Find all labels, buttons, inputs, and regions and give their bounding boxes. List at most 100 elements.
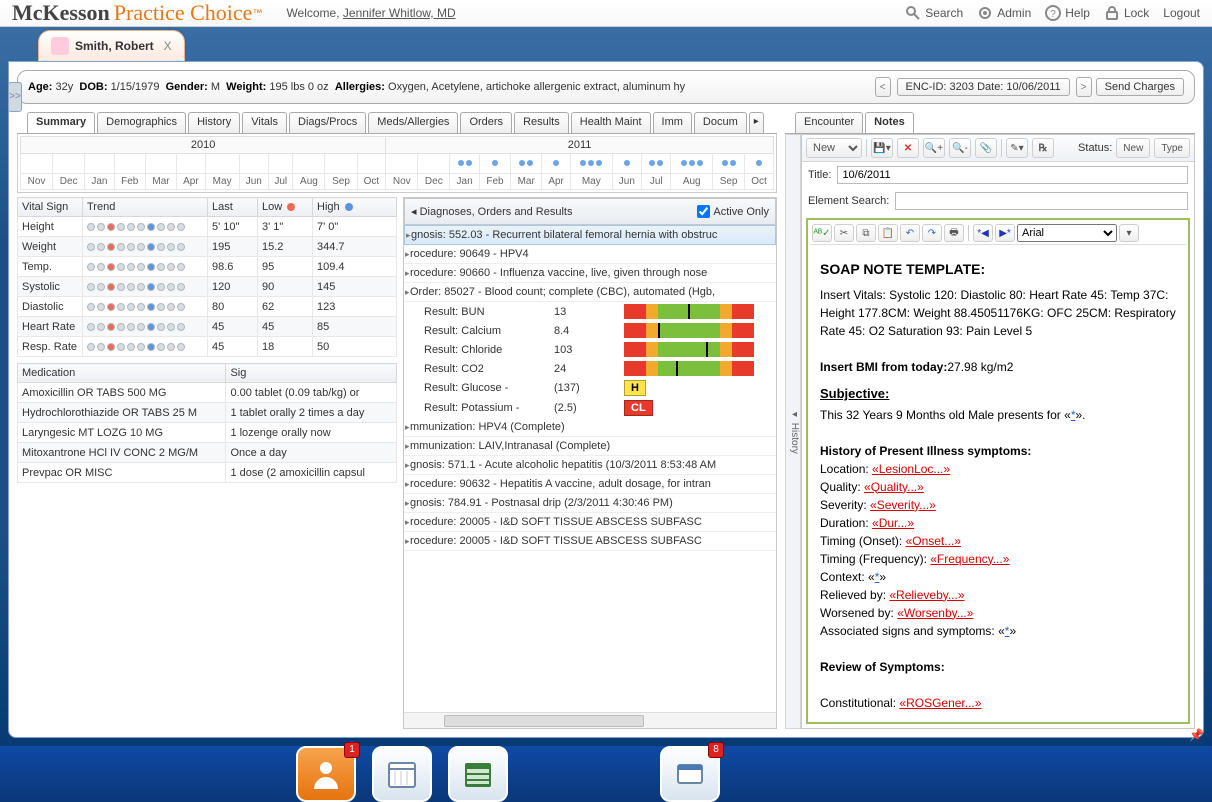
copy-button[interactable]: ⧉ xyxy=(856,224,876,242)
diag-row[interactable]: ▸rocedure: 20005 - I&D SOFT TISSUE ABSCE… xyxy=(404,532,776,551)
diag-row[interactable]: ▸rocedure: 90660 - Influenza vaccine, li… xyxy=(404,264,776,283)
tab-vitals[interactable]: Vitals xyxy=(242,112,287,133)
diag-row[interactable]: ▸rocedure: 90632 - Hepatitis A vaccine, … xyxy=(404,475,776,494)
template-token[interactable]: «Severity...» xyxy=(870,498,936,512)
dock-patient-button[interactable]: 1 xyxy=(296,746,356,802)
undo-button[interactable]: ↶ xyxy=(900,224,920,242)
welcome-user-link[interactable]: Jennifer Whitlow, MD xyxy=(343,6,456,20)
lock-button[interactable]: Lock xyxy=(1104,5,1149,21)
tab-demographics[interactable]: Demographics xyxy=(97,112,186,133)
note-new-select[interactable]: New xyxy=(806,138,862,158)
note-title-input[interactable] xyxy=(837,166,1188,184)
tabs-overflow-button[interactable]: ▸ xyxy=(749,112,764,133)
save-button[interactable]: 💾▾ xyxy=(871,138,893,158)
font-size-button[interactable]: ▾ xyxy=(1119,224,1139,242)
vital-row[interactable]: Systolic12090145 xyxy=(18,277,397,297)
expand-handle[interactable]: >> xyxy=(8,82,22,112)
history-sidebar-toggle[interactable]: ◂ History xyxy=(785,134,801,729)
tab-medsallergies[interactable]: Meds/Allergies xyxy=(368,112,458,133)
diag-row[interactable]: ▸mmunization: HPV4 (Complete) xyxy=(404,418,776,437)
prev-field-button[interactable]: *◀ xyxy=(973,224,993,242)
medication-row[interactable]: Amoxicillin OR TABS 500 MG0.00 tablet (0… xyxy=(18,383,397,403)
dock-schedule-button[interactable] xyxy=(448,746,508,802)
note-editor[interactable]: SOAP NOTE TEMPLATE: Insert Vitals: Systo… xyxy=(810,245,1186,720)
vital-row[interactable]: Height5' 10"3' 1"7' 0" xyxy=(18,217,397,237)
diag-row[interactable]: ▸gnosis: 571.1 - Acute alcoholic hepatit… xyxy=(404,456,776,475)
medication-row[interactable]: Laryngesic MT LOZG 10 MG1 lozenge orally… xyxy=(18,423,397,443)
vital-row[interactable]: Temp.98.695109.4 xyxy=(18,257,397,277)
rx-button[interactable]: ℞ xyxy=(1032,138,1054,158)
template-token[interactable]: «Quality...» xyxy=(864,480,924,494)
diag-row[interactable]: ▸mmunization: LAIV,Intranasal (Complete) xyxy=(404,437,776,456)
search-button[interactable]: Search xyxy=(905,5,963,21)
redo-button[interactable]: ↷ xyxy=(922,224,942,242)
lab-result-row[interactable]: Result: CO224 xyxy=(404,359,776,378)
timeline-year-1: 2010 xyxy=(21,137,386,154)
zoom-in-button[interactable]: 🔍+ xyxy=(923,138,945,158)
paste-button[interactable]: 📋 xyxy=(878,224,898,242)
tab-imm[interactable]: Imm xyxy=(653,112,692,133)
template-token[interactable]: «Relieveby...» xyxy=(889,588,964,602)
template-token[interactable]: «LesionLoc...» xyxy=(872,462,950,476)
logo-practice-choice: Practice Choice xyxy=(114,0,253,26)
diag-hscrollbar[interactable] xyxy=(404,712,776,728)
lab-result-row[interactable]: Result: BUN13 xyxy=(404,302,776,321)
font-select[interactable]: Arial xyxy=(1017,224,1117,242)
diag-row[interactable]: ▸gnosis: 784.91 - Postnasal drip (2/3/20… xyxy=(404,494,776,513)
next-field-button[interactable]: ▶* xyxy=(995,224,1015,242)
help-button[interactable]: ? Help xyxy=(1045,5,1090,21)
attach-button[interactable]: 📎 xyxy=(975,138,997,158)
dock-window-button[interactable]: 8 xyxy=(660,746,720,802)
patient-tab-close[interactable]: X xyxy=(164,39,172,53)
lab-result-row[interactable]: Result: Chloride103 xyxy=(404,340,776,359)
status-display[interactable]: New xyxy=(1116,138,1150,158)
tab-orders[interactable]: Orders xyxy=(460,112,512,133)
tab-encounter[interactable]: Encounter xyxy=(795,112,863,133)
logout-button[interactable]: Logout xyxy=(1163,6,1200,20)
patient-tab[interactable]: Smith, Robert X xyxy=(38,30,185,61)
tab-summary[interactable]: Summary xyxy=(27,112,95,133)
admin-button[interactable]: Admin xyxy=(977,5,1031,21)
vital-row[interactable]: Weight19515.2344.7 xyxy=(18,237,397,257)
diag-list[interactable]: ▸gnosis: 552.03 - Recurrent bilateral fe… xyxy=(404,225,776,712)
diag-row[interactable]: ▸gnosis: 552.03 - Recurrent bilateral fe… xyxy=(404,225,776,245)
diag-row[interactable]: ▸Order: 85027 - Blood count; complete (C… xyxy=(404,283,776,302)
template-token[interactable]: «ROSGener...» xyxy=(899,696,981,710)
cut-button[interactable]: ✂ xyxy=(834,224,854,242)
template-token[interactable]: «Dur...» xyxy=(872,516,914,530)
send-charges-button[interactable]: Send Charges xyxy=(1096,78,1184,96)
enc-prev-button[interactable]: < xyxy=(875,77,891,97)
medication-row[interactable]: Hydrochlorothiazide OR TABS 25 M1 tablet… xyxy=(18,403,397,423)
element-search-input[interactable] xyxy=(895,192,1188,210)
active-only-checkbox[interactable] xyxy=(697,205,710,218)
vital-row[interactable]: Resp. Rate451850 xyxy=(18,337,397,357)
template-token[interactable]: «Worsenby...» xyxy=(897,606,973,620)
lab-result-row[interactable]: Result: Calcium8.4 xyxy=(404,321,776,340)
type-button[interactable]: Type xyxy=(1154,138,1190,158)
diag-row[interactable]: ▸rocedure: 90649 - HPV4 xyxy=(404,245,776,264)
template-token[interactable]: «Onset...» xyxy=(906,534,961,548)
vital-row[interactable]: Diastolic8062123 xyxy=(18,297,397,317)
medication-row[interactable]: Prevpac OR MISC1 dose (2 amoxicillin cap… xyxy=(18,463,397,483)
tab-results[interactable]: Results xyxy=(514,112,569,133)
tab-diagsprocs[interactable]: Diags/Procs xyxy=(289,112,366,133)
tab-history[interactable]: History xyxy=(188,112,240,133)
delete-button[interactable]: ✕ xyxy=(897,138,919,158)
encounter-id-display[interactable]: ENC-ID: 3203 Date: 10/06/2011 xyxy=(897,78,1070,96)
tab-notes[interactable]: Notes xyxy=(865,112,914,133)
print-button[interactable]: 🖶 xyxy=(944,224,964,242)
sign-button[interactable]: ✎▾ xyxy=(1006,138,1028,158)
diag-row[interactable]: ▸rocedure: 20005 - I&D SOFT TISSUE ABSCE… xyxy=(404,513,776,532)
tab-docum[interactable]: Docum xyxy=(694,112,747,133)
zoom-out-button[interactable]: 🔍- xyxy=(949,138,971,158)
pin-icon[interactable]: 📌 xyxy=(1189,728,1204,742)
tab-healthmaint[interactable]: Health Maint xyxy=(571,112,651,133)
vital-row[interactable]: Heart Rate454585 xyxy=(18,317,397,337)
dock-calendar-button[interactable] xyxy=(372,746,432,802)
medication-row[interactable]: Mitoxantrone HCl IV CONC 2 MG/MOnce a da… xyxy=(18,443,397,463)
lab-result-row[interactable]: Result: Glucose -(137)H xyxy=(404,378,776,398)
spellcheck-button[interactable]: ᴬᴮ✓ xyxy=(812,224,832,242)
enc-next-button[interactable]: > xyxy=(1076,77,1092,97)
template-token[interactable]: «Frequency...» xyxy=(930,552,1009,566)
lab-result-row[interactable]: Result: Potassium -(2.5)CL xyxy=(404,398,776,418)
